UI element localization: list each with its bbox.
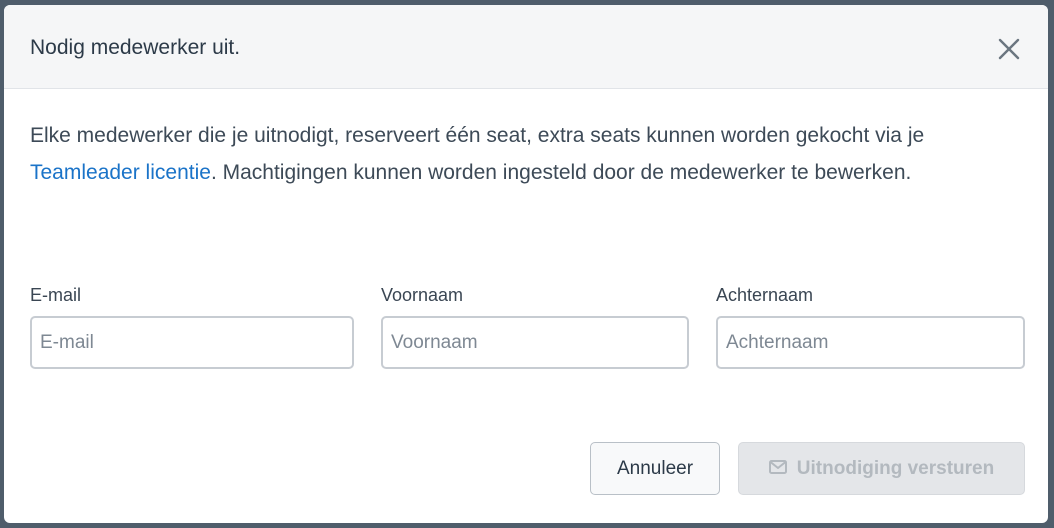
first-name-field-group: Voornaam [381,284,689,369]
send-invitation-button[interactable]: Uitnodiging versturen [738,442,1025,495]
description-text-2: . Machtigingen kunnen worden ingesteld d… [210,161,912,184]
last-name-input[interactable] [716,316,1025,369]
mail-icon [768,458,787,480]
close-icon[interactable] [996,36,1022,62]
cancel-button-label: Annuleer [616,457,694,479]
cancel-button[interactable]: Annuleer [590,442,720,495]
email-field-group: E-mail [30,284,354,369]
teamleader-license-link[interactable]: Teamleader licentie [30,161,211,184]
dialog-description: Elke medewerker die je uitnodigt, reserv… [30,117,1020,191]
send-invitation-label: Uitnodiging versturen [796,457,995,479]
last-name-field-group: Achternaam [716,284,1025,369]
last-name-label: Achternaam [716,285,814,305]
dialog-title: Nodig medewerker uit. [30,36,241,59]
email-label: E-mail [30,285,82,305]
first-name-label: Voornaam [381,285,464,305]
invite-employee-dialog: Nodig medewerker uit. Elke medewerker di… [4,5,1048,523]
description-text-1: Elke medewerker die je uitnodigt, reserv… [30,124,925,147]
dialog-header: Nodig medewerker uit. [4,5,1048,89]
email-input[interactable] [30,316,354,369]
first-name-input[interactable] [381,316,689,369]
